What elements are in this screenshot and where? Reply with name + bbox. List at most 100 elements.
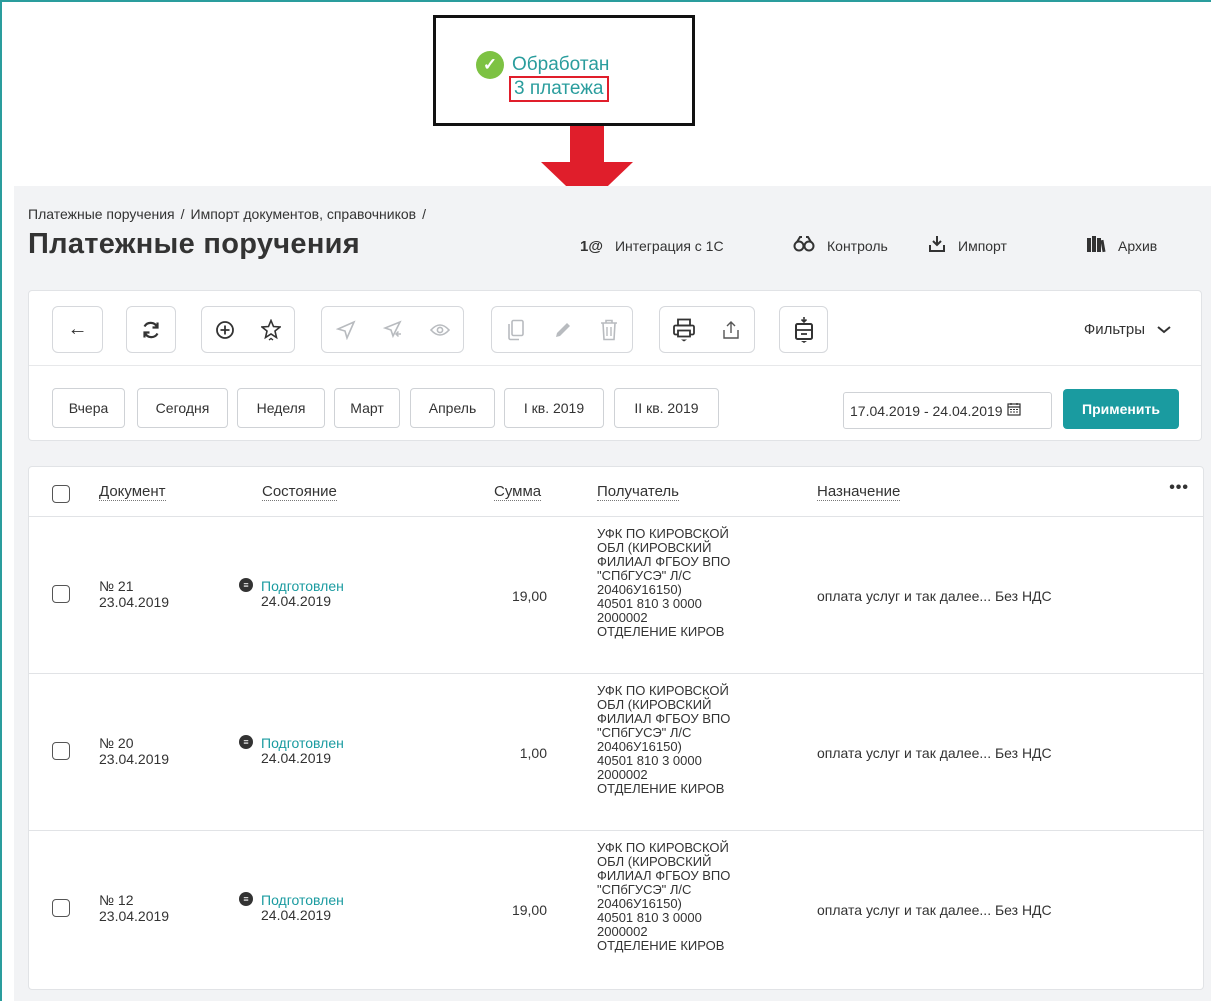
breadcrumb-separator: / bbox=[180, 206, 185, 222]
state-label[interactable]: Подготовлен bbox=[261, 735, 344, 751]
toolbar-card: ← Фильтры Вчера Сегодня Неделя Март Апре… bbox=[28, 290, 1202, 441]
filters-label: Фильтры bbox=[1083, 321, 1145, 338]
status-processed: ✓ Обработан bbox=[476, 51, 609, 79]
document-cell: № 21 23.04.2019 bbox=[99, 578, 169, 610]
state-date: 24.04.2019 bbox=[261, 907, 332, 923]
integration-1c-label: Интеграция с 1С bbox=[614, 238, 724, 254]
purpose-cell: оплата услуг и так далее... Без НДС bbox=[817, 588, 1052, 604]
apply-button[interactable]: Применить bbox=[1063, 389, 1179, 429]
document-state-icon: ≡ bbox=[239, 578, 253, 592]
sum-cell: 19,00 bbox=[511, 902, 547, 918]
purpose-cell: оплата услуг и так далее... Без НДС bbox=[817, 902, 1052, 918]
document-date: 23.04.2019 bbox=[99, 908, 170, 924]
period-q2-button[interactable]: II кв. 2019 bbox=[614, 388, 719, 428]
table-row[interactable]: № 20 23.04.2019 ≡ Подготовлен 24.04.2019… bbox=[29, 674, 1203, 831]
sum-cell: 19,00 bbox=[511, 588, 547, 604]
table-row[interactable]: № 12 23.04.2019 ≡ Подготовлен 24.04.2019… bbox=[29, 831, 1203, 989]
row-checkbox[interactable] bbox=[52, 585, 70, 603]
export-icon[interactable] bbox=[707, 307, 754, 352]
send-group bbox=[321, 306, 464, 353]
archive-doc-button[interactable] bbox=[779, 306, 828, 353]
printer-icon[interactable] bbox=[660, 307, 707, 352]
document-date: 23.04.2019 bbox=[99, 751, 170, 767]
column-header-purpose[interactable]: Назначение bbox=[817, 483, 901, 501]
chevron-down-icon bbox=[1157, 322, 1171, 337]
integration-1c-button[interactable]: 1@ Интеграция с 1С bbox=[580, 234, 724, 258]
breadcrumb-item-import[interactable]: Импорт документов, справочников bbox=[191, 206, 417, 222]
control-label: Контроль bbox=[827, 238, 888, 254]
refresh-button[interactable] bbox=[126, 306, 176, 353]
page-title: Платежные поручения bbox=[28, 228, 360, 260]
down-arrow-icon bbox=[570, 126, 604, 164]
back-button[interactable]: ← bbox=[52, 306, 103, 353]
row-checkbox[interactable] bbox=[52, 742, 70, 760]
recipient-cell: УФК ПО КИРОВСКОЙ ОБЛ (КИРОВСКИЙ ФИЛИАЛ Ф… bbox=[597, 840, 731, 953]
date-range-input[interactable]: 17.04.2019 - 24.04.2019 bbox=[843, 392, 1052, 429]
print-group bbox=[659, 306, 755, 353]
document-state-icon: ≡ bbox=[239, 735, 253, 749]
send-icon[interactable] bbox=[322, 307, 369, 352]
date-range-value: 17.04.2019 - 24.04.2019 bbox=[850, 402, 1003, 419]
status-processed-label: Обработан bbox=[512, 54, 610, 75]
period-q1-button[interactable]: I кв. 2019 bbox=[504, 388, 604, 428]
create-group bbox=[201, 306, 295, 353]
filters-toggle[interactable]: Фильтры bbox=[1084, 321, 1171, 338]
period-march-button[interactable]: Март bbox=[334, 388, 400, 428]
star-icon[interactable] bbox=[248, 307, 294, 352]
edit-group bbox=[491, 306, 633, 353]
column-header-document[interactable]: Документ bbox=[99, 483, 166, 501]
recipient-cell: УФК ПО КИРОВСКОЙ ОБЛ (КИРОВСКИЙ ФИЛИАЛ Ф… bbox=[597, 683, 731, 796]
recipient-cell: УФК ПО КИРОВСКОЙ ОБЛ (КИРОВСКИЙ ФИЛИАЛ Ф… bbox=[597, 526, 731, 639]
period-april-button[interactable]: Апрель bbox=[410, 388, 495, 428]
sum-cell: 1,00 bbox=[519, 745, 547, 761]
archive-label: Архив bbox=[1118, 238, 1158, 254]
more-options-icon[interactable]: ••• bbox=[1169, 479, 1189, 497]
table-row[interactable]: № 21 23.04.2019 ≡ Подготовлен 24.04.2019… bbox=[29, 517, 1203, 674]
control-button[interactable]: Контроль bbox=[793, 234, 888, 258]
document-number: № 21 bbox=[99, 578, 134, 594]
period-week-button[interactable]: Неделя bbox=[237, 388, 325, 428]
document-date: 23.04.2019 bbox=[99, 594, 170, 610]
period-yesterday-button[interactable]: Вчера bbox=[52, 388, 125, 428]
archive-box-icon bbox=[780, 307, 827, 352]
document-number: № 20 bbox=[99, 735, 134, 751]
check-circle-icon: ✓ bbox=[476, 51, 504, 79]
row-checkbox[interactable] bbox=[52, 899, 70, 917]
payments-count-link[interactable]: 3 платежа bbox=[509, 76, 609, 102]
document-number: № 12 bbox=[99, 892, 134, 908]
state-date: 24.04.2019 bbox=[261, 750, 332, 766]
import-icon bbox=[928, 235, 946, 257]
add-circle-icon[interactable] bbox=[202, 307, 248, 352]
import-label: Импорт bbox=[958, 238, 1007, 254]
import-button[interactable]: Импорт bbox=[928, 234, 1007, 258]
back-arrow-icon: ← bbox=[67, 318, 88, 340]
trash-icon[interactable] bbox=[586, 307, 632, 352]
eye-icon[interactable] bbox=[416, 307, 463, 352]
copy-icon[interactable] bbox=[492, 307, 539, 352]
send-cancel-icon[interactable] bbox=[369, 307, 416, 352]
select-all-checkbox[interactable] bbox=[52, 485, 70, 503]
state-label[interactable]: Подготовлен bbox=[261, 578, 344, 594]
column-header-sum[interactable]: Сумма bbox=[494, 483, 542, 501]
column-header-state[interactable]: Состояние bbox=[262, 483, 337, 501]
archive-button[interactable]: Архив bbox=[1086, 234, 1157, 258]
breadcrumb: Платежные поручения / Импорт документов, с… bbox=[28, 206, 432, 222]
table-header: Документ Состояние Сумма Получатель Назн… bbox=[29, 467, 1203, 517]
period-today-button[interactable]: Сегодня bbox=[137, 388, 228, 428]
state-label[interactable]: Подготовлен bbox=[261, 892, 344, 908]
breadcrumb-item-payment-orders[interactable]: Платежные поручения bbox=[28, 206, 175, 222]
purpose-cell: оплата услуг и так далее... Без НДС bbox=[817, 745, 1052, 761]
refresh-icon bbox=[127, 307, 175, 352]
column-header-recipient[interactable]: Получатель bbox=[597, 483, 679, 501]
document-state-icon: ≡ bbox=[239, 892, 253, 906]
status-callout: ✓ Обработан 3 платежа bbox=[433, 15, 695, 126]
breadcrumb-separator: / bbox=[422, 206, 427, 222]
document-cell: № 20 23.04.2019 bbox=[99, 735, 169, 767]
state-date: 24.04.2019 bbox=[261, 593, 332, 609]
toolbar-divider bbox=[29, 365, 1201, 366]
pencil-icon[interactable] bbox=[539, 307, 586, 352]
archive-icon bbox=[1086, 235, 1106, 257]
calendar-icon[interactable] bbox=[1006, 402, 1021, 419]
one-c-icon: 1@ bbox=[580, 237, 603, 255]
app-window: Платежные поручения / Импорт документов, с… bbox=[14, 186, 1211, 1001]
